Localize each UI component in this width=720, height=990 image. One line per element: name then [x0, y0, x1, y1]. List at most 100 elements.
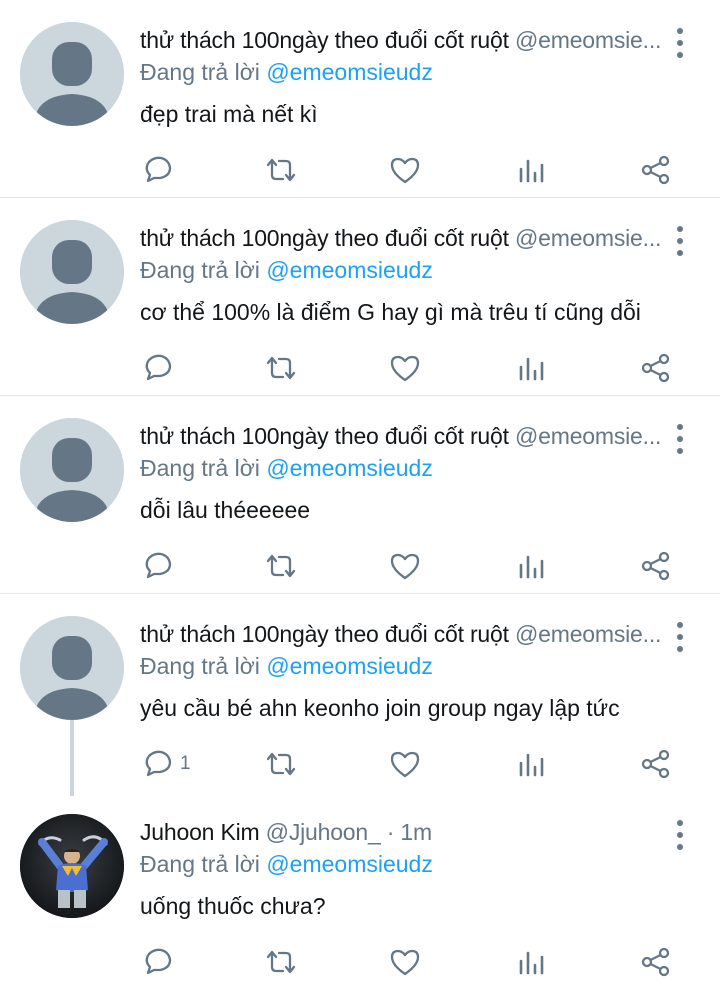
like-button[interactable]	[388, 744, 422, 784]
tweet-header: thử thách 100ngày theo đuổi cốt ruột @em…	[140, 24, 670, 56]
more-icon[interactable]	[670, 226, 690, 256]
display-name[interactable]: thử thách 100ngày theo đuổi cốt ruột	[140, 27, 509, 53]
like-icon	[390, 751, 420, 778]
retweet-icon	[266, 752, 296, 776]
username[interactable]: @emeomsie...	[515, 621, 661, 647]
more-icon[interactable]	[670, 820, 690, 850]
like-button[interactable]	[388, 546, 422, 586]
thread-connector	[70, 712, 74, 796]
default-avatar-icon[interactable]	[20, 418, 124, 522]
share-button[interactable]	[640, 744, 672, 784]
stats-icon	[519, 555, 544, 579]
retweet-button[interactable]	[263, 942, 299, 982]
reply-context: Đang trả lời @emeomsieudz	[140, 650, 670, 682]
tweet-header: thử thách 100ngày theo đuổi cốt ruột @em…	[140, 618, 670, 650]
reply-context: Đang trả lời @emeomsieudz	[140, 56, 670, 88]
reply-context: Đang trả lời @emeomsieudz	[140, 848, 670, 880]
tweet[interactable]: Juhoon Kim @Jjuhoon_ · 1m Đang trả lời @…	[0, 792, 720, 990]
display-name[interactable]: thử thách 100ngày theo đuổi cốt ruột	[140, 423, 509, 449]
retweet-button[interactable]	[263, 546, 299, 586]
reply-button[interactable]	[140, 546, 180, 586]
reply-button[interactable]	[140, 942, 180, 982]
photo-avatar[interactable]	[20, 814, 124, 918]
default-avatar-icon[interactable]	[20, 616, 124, 720]
display-name[interactable]: Juhoon Kim	[140, 819, 260, 845]
retweet-button[interactable]	[263, 744, 299, 784]
share-button[interactable]	[640, 546, 672, 586]
reply-prefix: Đang trả lời	[140, 455, 260, 481]
tweet[interactable]: thử thách 100ngày theo đuổi cốt ruột @em…	[0, 0, 720, 198]
tweet-content: Juhoon Kim @Jjuhoon_ · 1m Đang trả lời @…	[140, 816, 670, 922]
reply-button[interactable]: 1	[140, 744, 191, 784]
share-icon	[641, 749, 670, 779]
like-button[interactable]	[388, 348, 422, 388]
more-icon[interactable]	[670, 424, 690, 454]
tweet-actions	[140, 546, 680, 586]
username[interactable]: @emeomsie...	[515, 27, 661, 53]
stats-button[interactable]	[516, 744, 546, 784]
like-icon	[390, 355, 420, 382]
share-button[interactable]	[640, 348, 672, 388]
reply-icon	[145, 552, 172, 579]
stats-button[interactable]	[516, 150, 546, 190]
retweet-icon	[266, 950, 296, 974]
retweet-button[interactable]	[263, 150, 299, 190]
reply-mention-link[interactable]: @emeomsieudz	[266, 59, 433, 85]
reply-icon	[145, 750, 172, 777]
tweet-header: Juhoon Kim @Jjuhoon_ · 1m	[140, 816, 670, 848]
share-button[interactable]	[640, 942, 672, 982]
tweet-text: đẹp trai mà nết kì	[140, 101, 318, 127]
stats-icon	[519, 753, 544, 777]
tweet[interactable]: thử thách 100ngày theo đuổi cốt ruột @em…	[0, 594, 720, 796]
tweet-content: thử thách 100ngày theo đuổi cốt ruột @em…	[140, 222, 670, 328]
reply-button[interactable]	[140, 150, 180, 190]
more-icon[interactable]	[670, 28, 690, 58]
reply-icon	[145, 156, 172, 183]
reply-mention-link[interactable]: @emeomsieudz	[266, 257, 433, 283]
reply-icon	[145, 948, 172, 975]
tweet[interactable]: thử thách 100ngày theo đuổi cốt ruột @em…	[0, 396, 720, 594]
tweet-actions	[140, 942, 680, 982]
like-button[interactable]	[388, 942, 422, 982]
tweet-text: yêu cầu bé ahn keonho join group ngay lậ…	[140, 695, 620, 721]
reply-prefix: Đang trả lời	[140, 257, 260, 283]
tweet-content: thử thách 100ngày theo đuổi cốt ruột @em…	[140, 420, 670, 526]
username[interactable]: @emeomsie...	[515, 423, 661, 449]
retweet-icon	[266, 158, 296, 182]
default-avatar-icon[interactable]	[20, 220, 124, 324]
username[interactable]: @Jjuhoon_ · 1m	[266, 819, 433, 845]
stats-button[interactable]	[516, 348, 546, 388]
like-icon	[390, 553, 420, 580]
more-icon[interactable]	[670, 622, 690, 652]
tweet[interactable]: thử thách 100ngày theo đuổi cốt ruột @em…	[0, 198, 720, 396]
like-icon	[390, 949, 420, 976]
tweet-text: dỗi lâu théeeeee	[140, 497, 311, 523]
stats-button[interactable]	[516, 942, 546, 982]
tweet-header: thử thách 100ngày theo đuổi cốt ruột @em…	[140, 222, 670, 254]
reply-context: Đang trả lời @emeomsieudz	[140, 254, 670, 286]
tweet-content: thử thách 100ngày theo đuổi cốt ruột @em…	[140, 24, 670, 130]
reply-mention-link[interactable]: @emeomsieudz	[266, 653, 433, 679]
tweet-content: thử thách 100ngày theo đuổi cốt ruột @em…	[140, 618, 670, 724]
reply-mention-link[interactable]: @emeomsieudz	[266, 851, 433, 877]
tweet-text: uống thuốc chưa?	[140, 893, 326, 919]
default-avatar-icon[interactable]	[20, 22, 124, 126]
like-button[interactable]	[388, 150, 422, 190]
reply-mention-link[interactable]: @emeomsieudz	[266, 455, 433, 481]
username[interactable]: @emeomsie...	[515, 225, 661, 251]
retweet-icon	[266, 554, 296, 578]
reply-prefix: Đang trả lời	[140, 59, 260, 85]
reply-count: 1	[180, 753, 191, 774]
stats-icon	[519, 357, 544, 381]
retweet-button[interactable]	[263, 348, 299, 388]
share-button[interactable]	[640, 150, 672, 190]
stats-button[interactable]	[516, 546, 546, 586]
like-icon	[390, 157, 420, 184]
display-name[interactable]: thử thách 100ngày theo đuổi cốt ruột	[140, 621, 509, 647]
tweet-actions	[140, 150, 680, 190]
reply-button[interactable]	[140, 348, 180, 388]
display-name[interactable]: thử thách 100ngày theo đuổi cốt ruột	[140, 225, 509, 251]
stats-icon	[519, 951, 544, 975]
stats-icon	[519, 159, 544, 183]
tweet-text: cơ thể 100% là điểm G hay gì mà trêu tí …	[140, 299, 641, 325]
